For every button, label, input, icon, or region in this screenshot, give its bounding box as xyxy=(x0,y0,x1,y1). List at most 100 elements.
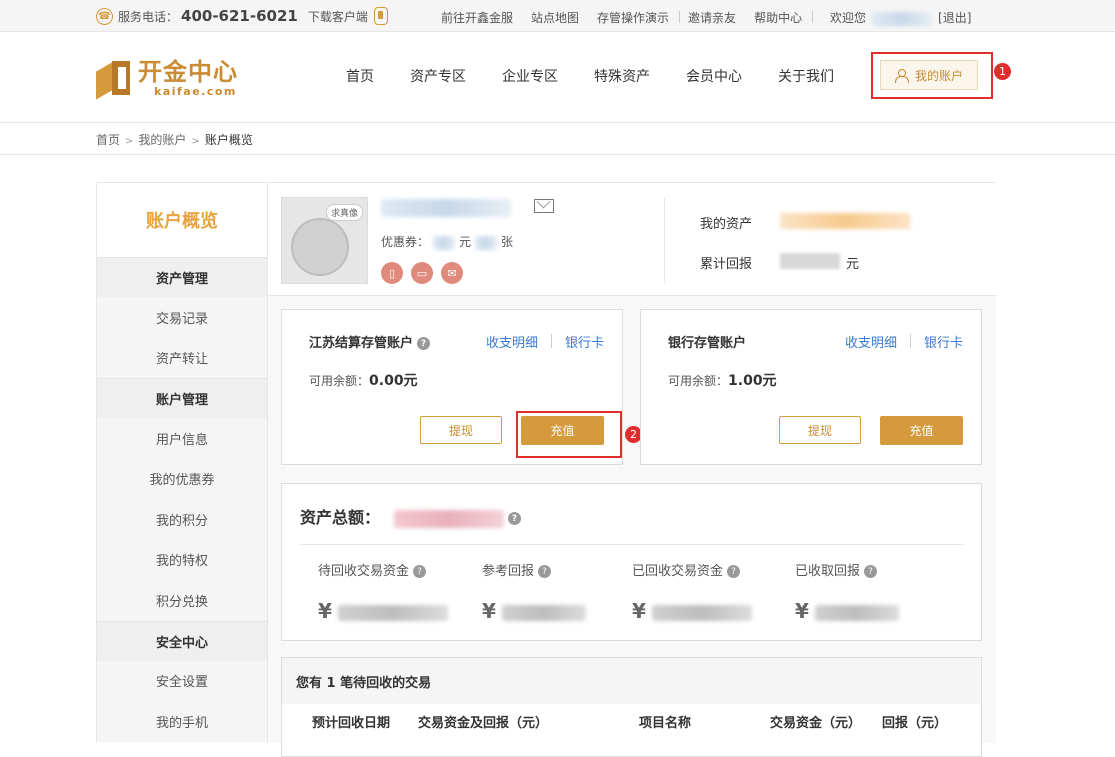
help-icon[interactable]: ? xyxy=(508,512,522,525)
coupon-info: 优惠券： 元 张 xyxy=(381,233,513,250)
breadcrumb-home[interactable]: 首页 xyxy=(96,133,120,147)
asset-summary: 我的资产 累计回报 元 xyxy=(700,213,910,293)
nav-member-center[interactable]: 会员中心 xyxy=(686,66,742,86)
balance-value: 0.00元 xyxy=(369,373,418,389)
my-assets-value-blurred xyxy=(780,213,910,229)
sidebar-item-trade-records[interactable]: 交易记录 xyxy=(97,297,267,338)
profile-panel: 求真像 优惠券： 元 张 ▯ ▭ ✉ 我的资产 累计回报 元 xyxy=(268,183,997,296)
phone-number: 400-621-6021 xyxy=(181,7,298,25)
mobile-icon[interactable] xyxy=(373,7,388,25)
help-icon[interactable]: ? xyxy=(413,565,427,578)
welcome: 欢迎您 [退出] xyxy=(830,9,971,26)
card-verify-icon[interactable]: ▭ xyxy=(411,262,433,284)
my-account-label: 我的账户 xyxy=(914,68,963,83)
email-verify-icon[interactable]: ✉ xyxy=(441,262,463,284)
sidebar-item-points[interactable]: 我的积分 xyxy=(97,499,267,540)
sidebar-item-asset-transfer[interactable]: 资产转让 xyxy=(97,337,267,378)
logo-mark-icon xyxy=(96,60,132,100)
stat-pending-capital: 待回收交易资金? ¥ xyxy=(318,560,448,623)
mail-icon[interactable] xyxy=(534,199,554,213)
stat-recovered-capital: 已回收交易资金? ¥ xyxy=(632,560,752,623)
main-content: 求真像 优惠券： 元 张 ▯ ▭ ✉ 我的资产 累计回报 元 江苏结算存管账户? 收支… xyxy=(267,183,997,757)
withdraw-button[interactable]: 提现 xyxy=(420,416,502,444)
breadcrumb-my-account[interactable]: 我的账户 xyxy=(138,133,186,147)
statement-link[interactable]: 收支明细 xyxy=(486,332,538,351)
phone-label: 服务电话： xyxy=(118,9,179,24)
avatar-face-icon xyxy=(291,218,349,276)
username-blurred xyxy=(872,11,933,26)
total-return-label: 累计回报 xyxy=(700,257,753,272)
top-link-invite[interactable]: 邀请亲友 xyxy=(688,9,736,26)
header: 开金中心 kaifae.com 首页 资产专区 企业专区 特殊资产 会员中心 关… xyxy=(0,33,1115,123)
sidebar-item-coupons[interactable]: 我的优惠券 xyxy=(97,458,267,499)
top-link-sitemap[interactable]: 站点地图 xyxy=(531,9,579,26)
sidebar-item-privileges[interactable]: 我的特权 xyxy=(97,539,267,580)
top-bar: ☎ 服务电话： 400-621-6021 下载客户端 前往开鑫金服 站点地图 存… xyxy=(0,0,1115,32)
help-icon[interactable]: ? xyxy=(727,565,741,578)
welcome-label: 欢迎您 xyxy=(830,11,867,25)
profile-name xyxy=(381,199,511,221)
nav-assets[interactable]: 资产专区 xyxy=(410,66,466,86)
coupon-unit-zhang: 张 xyxy=(501,235,514,249)
bank-card-link[interactable]: 银行卡 xyxy=(924,332,963,351)
col-capital: 交易资金（元） xyxy=(770,716,862,731)
sidebar-item-user-info[interactable]: 用户信息 xyxy=(97,418,267,459)
divider xyxy=(812,11,814,23)
nav-home[interactable]: 首页 xyxy=(346,66,374,86)
top-links: 前往开鑫金服 站点地图 存管操作演示 邀请亲友 帮助中心 xyxy=(441,9,821,26)
divider xyxy=(300,544,963,545)
total-value-blurred xyxy=(394,509,505,528)
recharge-button[interactable]: 充值 xyxy=(880,416,963,445)
total-assets-panel: 资产总额：? 待回收交易资金? ¥ 参考回报? ¥ 已回收交易资金? ¥ 已收取回报?… xyxy=(281,483,982,641)
top-link-help[interactable]: 帮助中心 xyxy=(754,9,802,26)
sidebar-item-points-exchange[interactable]: 积分兑换 xyxy=(97,580,267,621)
total-assets-title: 资产总额：? xyxy=(300,504,522,528)
phone-verify-icon[interactable]: ▯ xyxy=(381,262,403,284)
sidebar-item-my-phone[interactable]: 我的手机 xyxy=(97,701,267,742)
nav-enterprise[interactable]: 企业专区 xyxy=(502,66,558,86)
main-nav: 首页 资产专区 企业专区 特殊资产 会员中心 关于我们 xyxy=(346,66,870,86)
pending-title: 您有 1 笔待回收的交易 xyxy=(282,658,981,704)
logo-text-cn: 开金中心 xyxy=(138,58,238,86)
name-blurred xyxy=(381,199,511,217)
pending-trades-panel: 您有 1 笔待回收的交易 预计回收日期 交易资金及回报（元） 项目名称 交易资金… xyxy=(281,657,982,757)
help-icon[interactable]: ? xyxy=(864,565,878,578)
top-link-kaixin[interactable]: 前往开鑫金服 xyxy=(441,9,513,26)
my-assets-label: 我的资产 xyxy=(700,217,753,232)
statement-link[interactable]: 收支明细 xyxy=(845,332,897,351)
divider xyxy=(664,198,665,283)
breadcrumb-current: 账户概览 xyxy=(204,133,253,147)
phone-icon: ☎ xyxy=(96,7,113,25)
security-icons: ▯ ▭ ✉ xyxy=(381,262,471,284)
top-link-demo[interactable]: 存管操作演示 xyxy=(597,9,669,26)
help-icon[interactable]: ? xyxy=(538,565,552,578)
my-account-button[interactable]: 我的账户 xyxy=(880,60,978,90)
bank-account-card: 银行存管账户 收支明细 银行卡 可用余额：1.00元 提现 充值 xyxy=(640,309,982,465)
sidebar-group-assets: 资产管理 xyxy=(97,257,267,297)
available-balance: 可用余额：0.00元 xyxy=(309,373,418,389)
download-client-link[interactable]: 下载客户端 xyxy=(308,8,368,25)
account-frame: 账户概览 资产管理 交易记录 资产转让 账户管理 用户信息 我的优惠券 我的积分… xyxy=(96,182,997,757)
logout-link[interactable]: [退出] xyxy=(938,11,971,25)
breadcrumb-bar: 首页 > 我的账户 > 账户概览 xyxy=(0,124,1115,155)
stat-received-return: 已收取回报? ¥ xyxy=(795,560,899,623)
coupon-unit-yuan: 元 xyxy=(459,235,472,249)
help-icon[interactable]: ? xyxy=(417,337,431,350)
sidebar-item-security-settings[interactable]: 安全设置 xyxy=(97,660,267,701)
breadcrumb: 首页 > 我的账户 > 账户概览 xyxy=(96,133,253,147)
nav-about[interactable]: 关于我们 xyxy=(778,66,834,86)
sidebar-title[interactable]: 账户概览 xyxy=(97,183,267,257)
col-project-name: 项目名称 xyxy=(639,716,692,731)
user-icon xyxy=(894,68,909,83)
bank-card-link[interactable]: 银行卡 xyxy=(565,332,604,351)
withdraw-button[interactable]: 提现 xyxy=(779,416,861,444)
avatar[interactable]: 求真像 xyxy=(281,197,368,284)
service-phone: ☎ 服务电话： 400-621-6021 下载客户端 xyxy=(96,7,388,25)
logo[interactable]: 开金中心 kaifae.com xyxy=(96,58,238,100)
highlight-box-2 xyxy=(516,411,622,458)
nav-special-assets[interactable]: 特殊资产 xyxy=(594,66,650,86)
sidebar-group-account: 账户管理 xyxy=(97,378,267,418)
total-return-value-blurred xyxy=(780,253,840,269)
balance-value: 1.00元 xyxy=(728,373,777,389)
col-return: 回报（元） xyxy=(882,716,948,731)
